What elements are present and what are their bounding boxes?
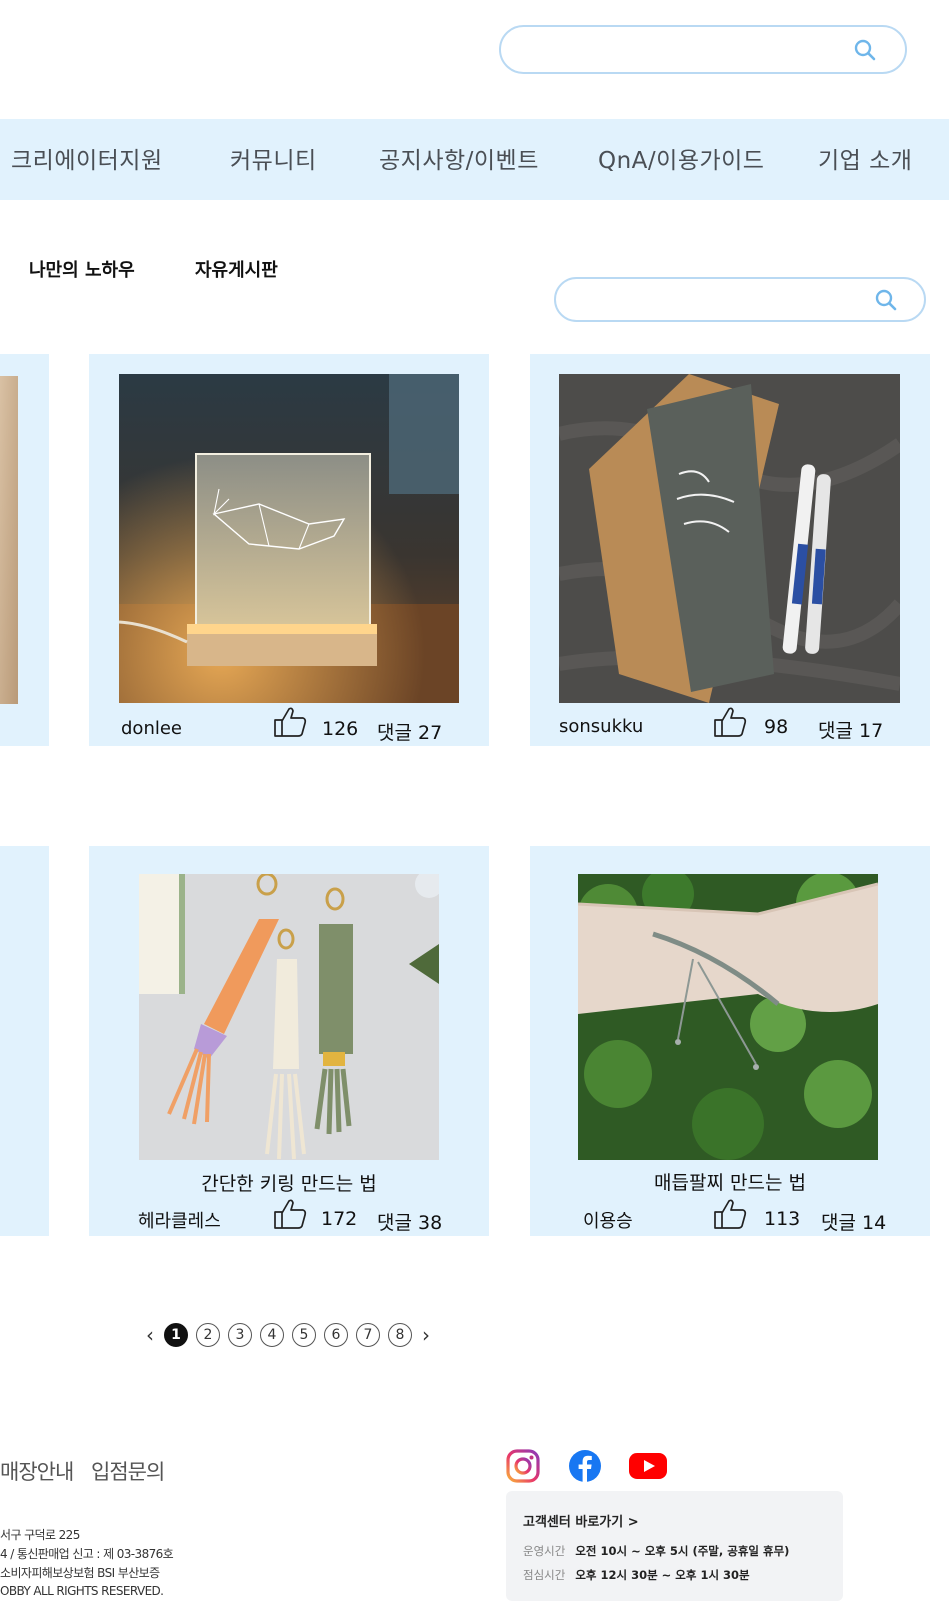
post-card[interactable]: donlee 126 댓글 27 xyxy=(89,354,489,746)
post-author[interactable]: donlee xyxy=(121,718,182,739)
page-button-8[interactable]: 8 xyxy=(388,1323,412,1347)
search-icon[interactable] xyxy=(853,38,877,62)
like-count: 126 xyxy=(322,718,359,740)
footer-address: 서구 구덕로 225 xyxy=(0,1528,80,1542)
post-author[interactable]: 헤라클레스 xyxy=(138,1207,221,1233)
nav-item-qna-guide[interactable]: QnA/이용가이드 xyxy=(598,141,764,175)
facebook-icon[interactable] xyxy=(568,1449,602,1483)
like-thumb-icon[interactable] xyxy=(713,706,747,738)
post-card[interactable]: 간단한 키링 만드는 법 헤라클레스 172 댓글 38 xyxy=(89,846,489,1236)
post-author[interactable]: sonsukku xyxy=(559,716,643,737)
post-image xyxy=(139,874,439,1160)
comment-count[interactable]: 댓글 27 xyxy=(377,718,442,745)
footer-registration: 4 / 통신판매업 신고 : 제 03-3876호 xyxy=(0,1547,174,1561)
nav-item-creator-support[interactable]: 크리에이터지원 xyxy=(11,141,163,175)
like-thumb-icon[interactable] xyxy=(273,706,307,738)
lunch-hours-value: 오후 12시 30분 ~ 오후 1시 30분 xyxy=(575,1568,750,1582)
operating-hours-value: 오전 10시 ~ 오후 5시 (주말, 공휴일 휴무) xyxy=(575,1544,790,1558)
footer-copyright: OBBY ALL RIGHTS RESERVED. xyxy=(0,1584,164,1598)
nav-item-community[interactable]: 커뮤니티 xyxy=(230,141,317,175)
tab-free-board[interactable]: 자유게시판 xyxy=(195,256,278,282)
post-image-partial xyxy=(0,376,18,704)
post-title[interactable]: 매듭팔찌 만드는 법 xyxy=(530,1168,930,1195)
like-thumb-icon[interactable] xyxy=(273,1198,307,1230)
next-page-button[interactable]: › xyxy=(416,1323,436,1347)
footer-link-store-info[interactable]: 매장안내 xyxy=(0,1456,74,1486)
footer-link-partnership[interactable]: 입점문의 xyxy=(91,1456,165,1486)
board-search-input[interactable] xyxy=(574,288,864,312)
post-card[interactable]: sonsukku 98 댓글 17 xyxy=(530,354,930,746)
top-search-box[interactable] xyxy=(499,25,907,74)
post-card-partial[interactable] xyxy=(0,354,49,746)
tab-my-knowhow[interactable]: 나만의 노하우 xyxy=(29,256,135,282)
post-image xyxy=(119,374,459,703)
operating-hours: 운영시간 오전 10시 ~ 오후 5시 (주말, 공휴일 휴무) xyxy=(523,1543,789,1559)
pagination: ‹ 1 2 3 4 5 6 7 8 › xyxy=(140,1321,436,1349)
post-card[interactable]: 매듭팔찌 만드는 법 이용승 113 댓글 14 xyxy=(530,846,930,1236)
instagram-icon[interactable] xyxy=(506,1449,540,1483)
like-count: 98 xyxy=(764,716,789,738)
lunch-hours-label: 점심시간 xyxy=(523,1568,566,1582)
page-button-1[interactable]: 1 xyxy=(164,1323,188,1347)
youtube-icon[interactable] xyxy=(628,1449,668,1483)
page-button-3[interactable]: 3 xyxy=(228,1323,252,1347)
post-author[interactable]: 이용승 xyxy=(583,1207,633,1233)
comment-count[interactable]: 댓글 14 xyxy=(821,1208,886,1235)
customer-center-box: 고객센터 바로가기 > 운영시간 오전 10시 ~ 오후 5시 (주말, 공휴일 … xyxy=(506,1491,843,1601)
page-button-7[interactable]: 7 xyxy=(356,1323,380,1347)
page-button-5[interactable]: 5 xyxy=(292,1323,316,1347)
comment-count[interactable]: 댓글 17 xyxy=(818,716,883,743)
nav-item-about-company[interactable]: 기업 소개 xyxy=(818,141,912,175)
page-button-2[interactable]: 2 xyxy=(196,1323,220,1347)
comment-count[interactable]: 댓글 38 xyxy=(377,1208,442,1235)
lunch-hours: 점심시간 오후 12시 30분 ~ 오후 1시 30분 xyxy=(523,1567,750,1583)
post-image xyxy=(559,374,900,703)
post-card-partial[interactable] xyxy=(0,846,49,1236)
like-count: 172 xyxy=(321,1208,358,1230)
page-button-4[interactable]: 4 xyxy=(260,1323,284,1347)
like-thumb-icon[interactable] xyxy=(713,1198,747,1230)
customer-center-link[interactable]: 고객센터 바로가기 > xyxy=(523,1511,639,1530)
top-search-input[interactable] xyxy=(519,37,839,63)
board-search-box[interactable] xyxy=(554,277,926,322)
search-icon[interactable] xyxy=(874,288,898,312)
post-image xyxy=(578,874,878,1160)
like-count: 113 xyxy=(764,1208,801,1230)
prev-page-button[interactable]: ‹ xyxy=(140,1323,160,1347)
post-title[interactable]: 간단한 키링 만드는 법 xyxy=(89,1169,489,1196)
nav-item-notice-event[interactable]: 공지사항/이벤트 xyxy=(379,141,539,175)
page-button-6[interactable]: 6 xyxy=(324,1323,348,1347)
main-nav: 크리에이터지원 커뮤니티 공지사항/이벤트 QnA/이용가이드 기업 소개 xyxy=(0,119,949,200)
operating-hours-label: 운영시간 xyxy=(523,1544,566,1558)
footer-insurance: 소비자피해보상보험 BSI 부산보증 xyxy=(0,1566,160,1580)
